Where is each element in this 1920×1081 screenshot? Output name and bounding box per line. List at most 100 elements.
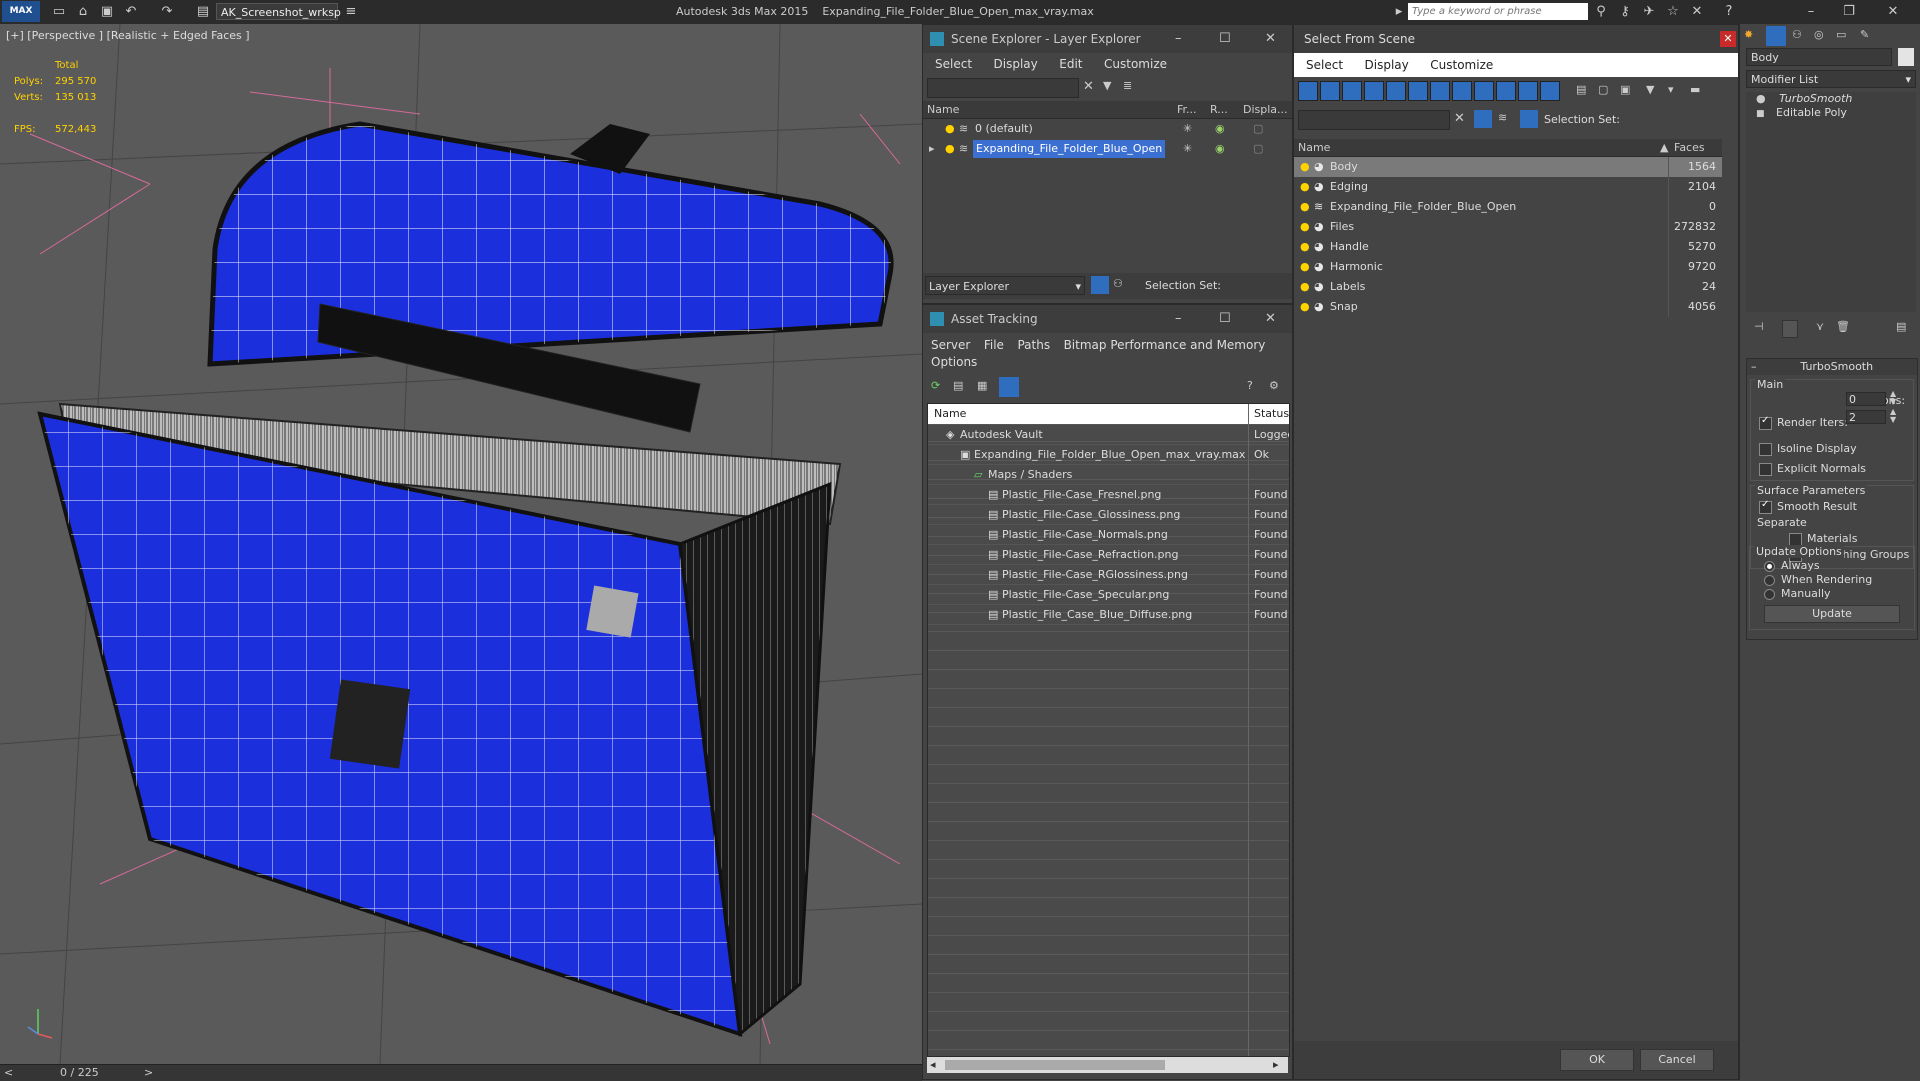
select-from-scene-titlebar[interactable]: Select From Scene ✕ [1294,25,1738,53]
list-view-icon[interactable]: ▤ [953,379,963,392]
helper-filter-icon[interactable] [1386,81,1406,101]
select-search-input[interactable] [1298,110,1450,130]
show-end-result-icon[interactable] [1782,320,1798,338]
bone-filter-icon[interactable] [1474,81,1494,101]
asset-row[interactable]: ◈ Autodesk Vault Logged [928,425,1289,445]
menu-select[interactable]: Select [935,53,972,75]
lightbulb-icon[interactable]: ● [1300,277,1310,297]
update-always-radio[interactable]: Always [1764,559,1820,572]
lightbulb-icon[interactable]: ● [1756,92,1766,105]
motion-tab-icon[interactable]: ◎ [1814,28,1824,41]
object-row[interactable]: ● ◕ Files 272832 [1294,217,1722,237]
clear-search-icon[interactable]: ✕ [1454,111,1465,126]
spacewarp-filter-icon[interactable] [1408,81,1428,101]
display-box-icon[interactable]: ▢ [1253,119,1263,139]
explicit-normals-checkbox[interactable]: Explicit Normals [1759,462,1866,476]
minimize-icon[interactable]: – [1175,25,1182,53]
create-tab-icon[interactable]: ✸ [1744,28,1753,41]
asset-tracking-titlebar[interactable]: Asset Tracking – ☐ ✕ [923,305,1292,333]
col-name[interactable]: Name [927,101,959,118]
refresh-icon[interactable]: ⟳ [931,379,940,392]
materials-checkbox[interactable]: Materials [1789,532,1857,546]
search-arrow-icon[interactable]: ▸ [1390,3,1408,21]
object-row[interactable]: ● ◕ Body 1564 [1294,157,1722,177]
lightbulb-icon[interactable]: ● [1300,257,1310,277]
scene-explorer-titlebar[interactable]: Scene Explorer - Layer Explorer – ☐ ✕ [923,25,1292,53]
asset-help-icon[interactable]: ? [1247,379,1253,392]
col-asset-status[interactable]: Status [1254,404,1289,424]
viewport-label[interactable]: [+] [Perspective ] [Realistic + Edged Fa… [6,29,250,42]
lightbulb-icon[interactable]: ● [945,139,955,159]
menu-select[interactable]: Select [1306,53,1343,77]
select-all-icon[interactable]: ▤ [1576,83,1586,96]
rollout-title[interactable]: – TurboSmooth [1747,359,1917,375]
render-teapot-icon[interactable]: ◉ [1215,139,1225,159]
object-row[interactable]: ● ◕ Snap 4056 [1294,297,1722,317]
layer-icon[interactable]: ≋ [1498,111,1507,124]
object-row[interactable]: ● ≋ Expanding_File_Folder_Blue_Open 0 [1294,197,1722,217]
menu-customize[interactable]: Customize [1430,53,1493,77]
clear-search-icon[interactable]: ✕ [1083,79,1094,94]
open-file-icon[interactable]: ⌂ [74,3,92,21]
help-icon[interactable]: ? [1720,3,1738,21]
pin-stack-icon[interactable]: ⊣ [1754,320,1764,333]
asset-row[interactable]: ▤ Plastic_File-Case_Refraction.png Found [928,545,1289,565]
menu-file[interactable]: File [984,337,1004,354]
shape-filter-icon[interactable] [1320,81,1340,101]
xref-filter-icon[interactable] [1452,81,1472,101]
workspace-menu-icon[interactable]: ≡ [342,3,360,21]
find-filter-icon[interactable] [1474,110,1492,128]
object-row[interactable]: ● ◕ Labels 24 [1294,277,1722,297]
ok-button[interactable]: OK [1560,1049,1634,1071]
time-next-button[interactable]: > [144,1066,153,1079]
collapse-icon[interactable]: ▬ [1690,83,1700,96]
search-input[interactable]: Type a keyword or phrase [1408,3,1588,20]
lightbulb-icon[interactable]: ● [1300,217,1310,237]
menu-edit[interactable]: Edit [1059,53,1082,75]
col-display[interactable]: Displa... [1243,101,1288,118]
display-tab-icon[interactable]: ▭ [1836,28,1846,41]
freeze-icon[interactable]: ✳ [1183,139,1192,159]
asset-settings-icon[interactable]: ⚙ [1269,379,1279,392]
close-icon[interactable]: ✕ [1265,305,1276,333]
table-view-icon[interactable] [999,377,1019,397]
asset-row[interactable]: ▤ Plastic_File-Case_Normals.png Found [928,525,1289,545]
render-teapot-icon[interactable]: ◉ [1215,119,1225,139]
restore-icon[interactable]: ❐ [1840,3,1858,21]
expand-icon[interactable]: ■ [1756,109,1765,119]
expand-arrow-icon[interactable]: ▸ [929,139,935,159]
container-filter-icon[interactable] [1496,81,1516,101]
object-row[interactable]: ● ◕ Harmonic 9720 [1294,257,1722,277]
configure-sets-icon[interactable]: ▤ [1896,320,1906,333]
menu-options[interactable]: Options [931,354,977,371]
asset-row[interactable]: ▤ Plastic_File_Case_Blue_Diffuse.png Found [928,605,1289,625]
layer-explorer-icon[interactable] [1091,276,1109,294]
hierarchy-icon[interactable]: ⚇ [1113,277,1123,290]
subscription-icon[interactable]: ✈ [1640,3,1658,21]
select-none-icon[interactable]: ▢ [1598,83,1608,96]
col-render[interactable]: R... [1210,101,1228,118]
filter-options-icon[interactable]: ▾ [1668,83,1674,96]
filter-icon[interactable]: ▼ [1646,83,1654,96]
asset-row[interactable]: ▣ Expanding_File_Folder_Blue_Open_max_vra… [928,445,1289,465]
layer-row-default[interactable]: ● ≋ 0 (default) ✳ ◉ ▢ [923,119,1292,139]
lightbulb-icon[interactable]: ● [945,119,955,139]
col-freeze[interactable]: Fr... [1177,101,1197,118]
new-file-icon[interactable]: ▭ [50,3,68,21]
thumbnail-view-icon[interactable]: ▦ [977,379,987,392]
project-folder-icon[interactable]: ▤ [194,3,212,21]
hierarchy-tab-icon[interactable]: ⚇ [1792,28,1802,41]
update-manually-radio[interactable]: Manually [1764,587,1831,600]
menu-server[interactable]: Server [931,337,970,354]
scroll-right-icon[interactable]: ▸ [1273,1058,1279,1071]
object-name-field[interactable]: Body [1746,48,1892,66]
render-iters-spinner-field[interactable]: 2 [1846,410,1886,424]
minimize-icon[interactable]: – [1175,305,1182,333]
close-icon[interactable]: ✕ [1265,25,1276,53]
menu-customize[interactable]: Customize [1104,53,1167,75]
update-rendering-radio[interactable]: When Rendering [1764,573,1872,586]
isoline-checkbox[interactable]: Isoline Display [1759,442,1857,456]
utilities-tab-icon[interactable]: ✎ [1860,28,1869,41]
lightbulb-icon[interactable]: ● [1300,177,1310,197]
time-prev-button[interactable]: < [4,1066,13,1079]
